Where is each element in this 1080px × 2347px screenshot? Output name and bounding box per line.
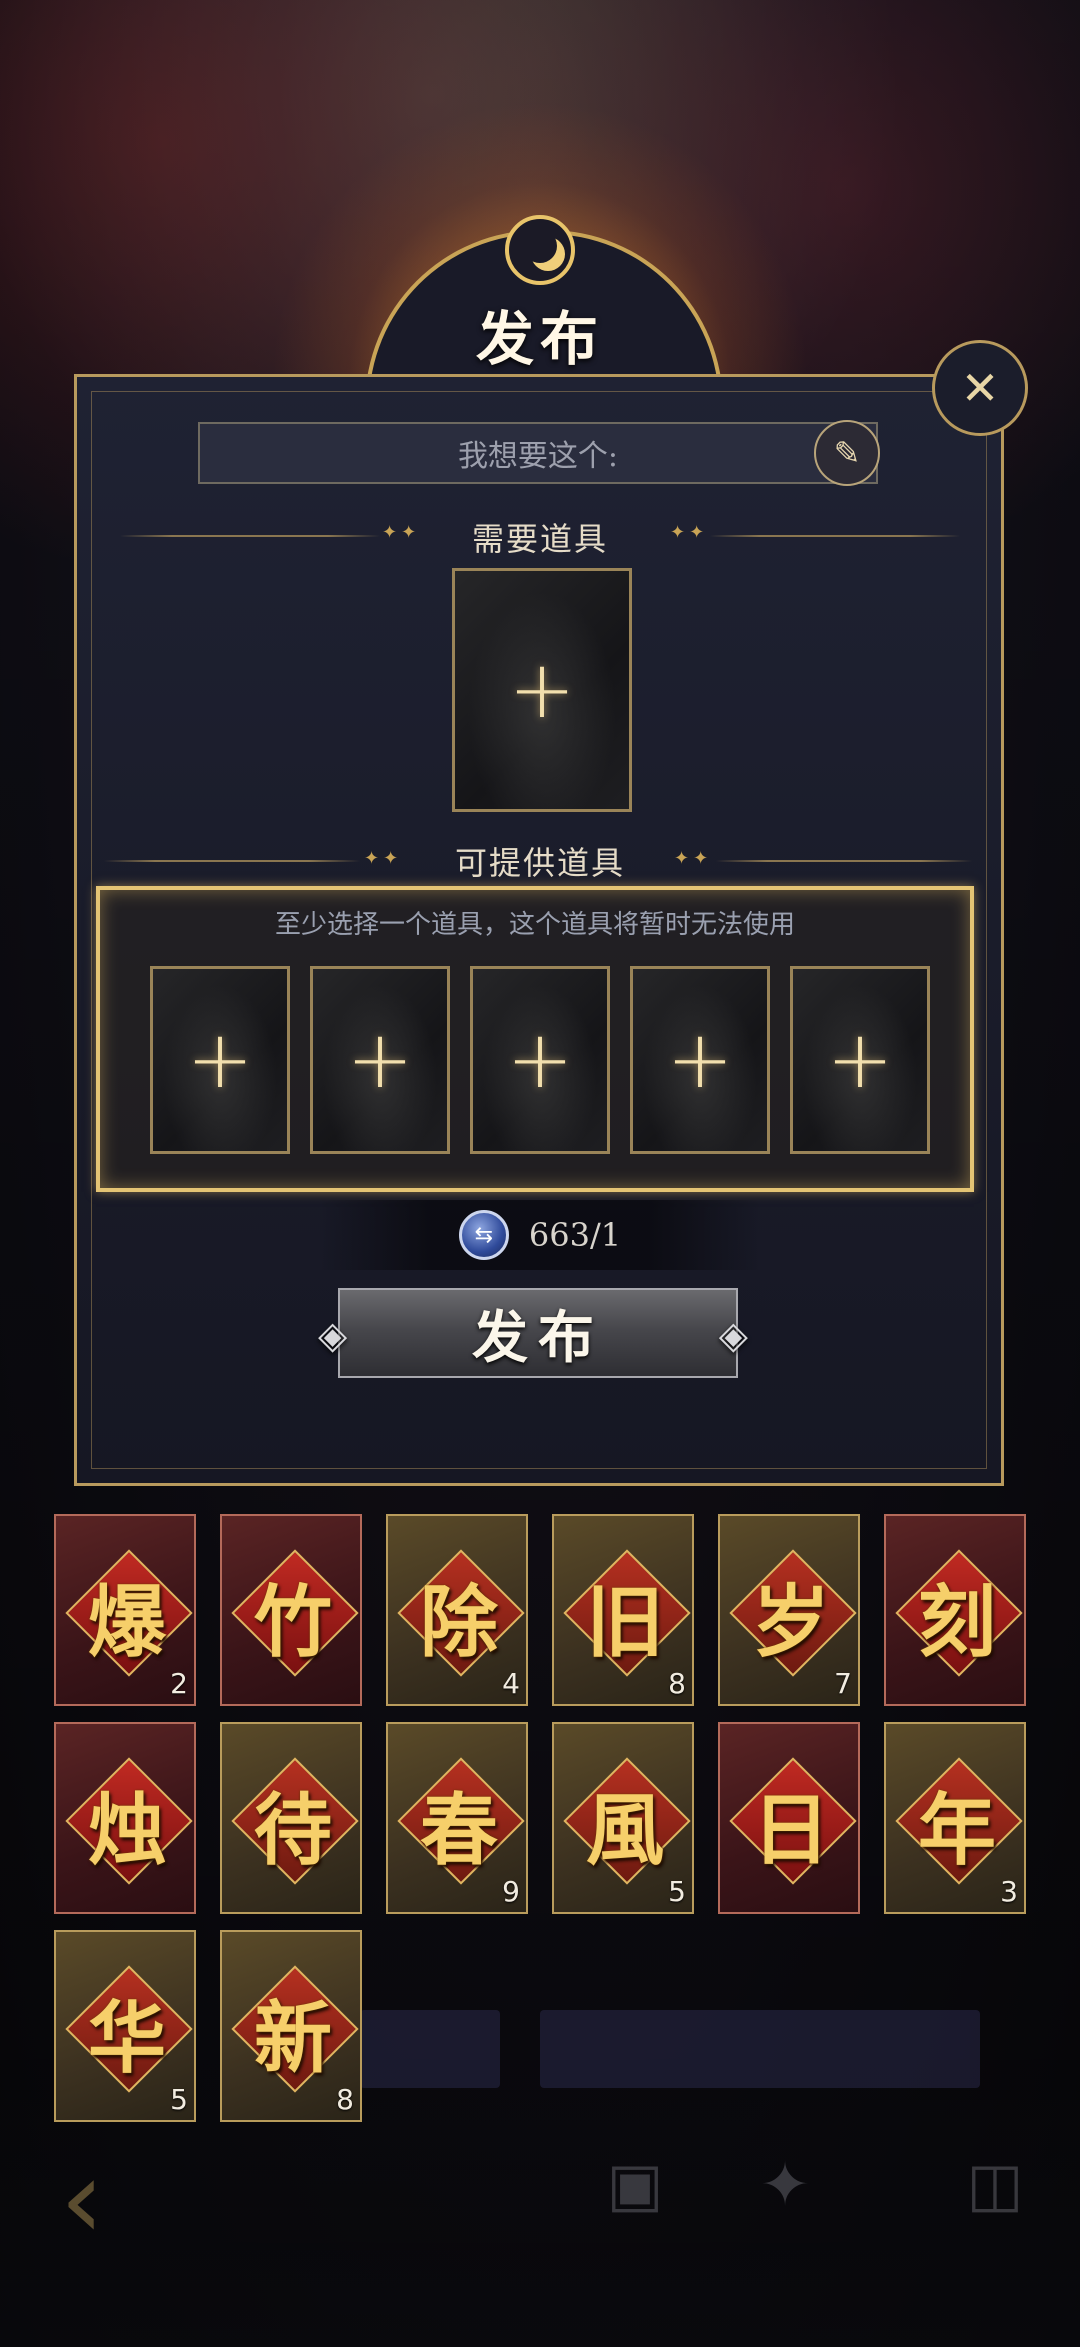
- crescent-moon-icon: [505, 215, 575, 285]
- bottom-nav: [0, 2100, 1080, 2347]
- card-count: 8: [336, 2083, 354, 2116]
- inventory-card[interactable]: 日: [718, 1722, 860, 1914]
- card-glyph: 华: [87, 1993, 166, 2084]
- back-arrow-icon[interactable]: ‹: [60, 2135, 104, 2263]
- inventory-card[interactable]: 待: [220, 1722, 362, 1914]
- offer-hint: 至少选择一个道具，这个道具将暂时无法使用: [274, 910, 795, 940]
- inventory-card[interactable]: 爆 2: [54, 1514, 196, 1706]
- offer-item-slot[interactable]: +: [630, 966, 770, 1154]
- inventory-card[interactable]: 刻: [884, 1514, 1026, 1706]
- card-glyph: 烛: [87, 1785, 166, 1876]
- card-glyph: 除: [419, 1577, 498, 1668]
- inventory-card[interactable]: 春 9: [386, 1722, 528, 1914]
- card-count: 9: [502, 1875, 520, 1908]
- offer-item-slot[interactable]: +: [790, 966, 930, 1154]
- card-glyph: 待: [253, 1785, 332, 1876]
- divider: [710, 535, 960, 537]
- close-x-icon[interactable]: ✕: [932, 340, 1028, 436]
- nav-icon: ✦: [759, 2150, 811, 2220]
- plus-icon: +: [508, 643, 576, 736]
- publish-button[interactable]: 发布: [318, 1288, 758, 1378]
- card-glyph: 新: [253, 1993, 332, 2084]
- plus-icon: +: [826, 1013, 894, 1106]
- card-count: 7: [834, 1667, 852, 1700]
- background-button: [540, 2010, 980, 2088]
- inventory-card[interactable]: 岁 7: [718, 1514, 860, 1706]
- cost-display: ⇆ 663/1: [320, 1200, 760, 1270]
- inventory-card[interactable]: 風 5: [552, 1722, 694, 1914]
- inventory-card[interactable]: 华 5: [54, 1930, 196, 2122]
- swap-coin-icon: ⇆: [458, 1210, 509, 1260]
- inventory-card[interactable]: 烛: [54, 1722, 196, 1914]
- card-count: 2: [170, 1667, 188, 1700]
- inventory-card[interactable]: 旧 8: [552, 1514, 694, 1706]
- plus-icon: +: [186, 1013, 254, 1106]
- card-count: 3: [1000, 1875, 1018, 1908]
- inventory-card[interactable]: 新 8: [220, 1930, 362, 2122]
- card-glyph: 旧: [585, 1577, 664, 1668]
- divider: [104, 860, 360, 862]
- card-count: 8: [668, 1667, 686, 1700]
- card-count: 4: [502, 1667, 520, 1700]
- card-glyph: 年: [917, 1785, 996, 1876]
- card-glyph: 刻: [917, 1577, 996, 1668]
- divider: [716, 860, 972, 862]
- plus-icon: +: [506, 1013, 574, 1106]
- card-count: 5: [170, 2083, 188, 2116]
- offer-item-slot[interactable]: +: [310, 966, 450, 1154]
- nav-icon: ◫: [966, 2150, 1024, 2220]
- inventory-card[interactable]: 年 3: [884, 1722, 1026, 1914]
- card-glyph: 岁: [751, 1577, 830, 1668]
- inventory-card[interactable]: 除 4: [386, 1514, 528, 1706]
- card-glyph: 日: [751, 1785, 830, 1876]
- card-glyph: 風: [585, 1785, 664, 1876]
- plus-icon: +: [666, 1013, 734, 1106]
- diamond-ornament: ✦✦: [670, 522, 709, 543]
- quill-icon[interactable]: ✎: [814, 420, 880, 486]
- required-item-slot[interactable]: +: [452, 568, 632, 812]
- card-glyph: 竹: [253, 1577, 332, 1668]
- offer-item-slot[interactable]: +: [470, 966, 610, 1154]
- diamond-ornament: ✦✦: [674, 848, 713, 869]
- cost-value: 663/1: [528, 1216, 622, 1254]
- want-input[interactable]: 我想要这个:: [198, 422, 878, 484]
- background-button: [360, 2010, 500, 2088]
- card-glyph: 春: [419, 1785, 498, 1876]
- card-count: 5: [668, 1875, 686, 1908]
- plus-icon: +: [346, 1013, 414, 1106]
- dialog-title: 发布: [475, 305, 604, 373]
- inventory-card[interactable]: 竹: [220, 1514, 362, 1706]
- offer-item-slot[interactable]: +: [150, 966, 290, 1154]
- nav-icon: ▣: [606, 2150, 664, 2220]
- card-glyph: 爆: [87, 1577, 166, 1668]
